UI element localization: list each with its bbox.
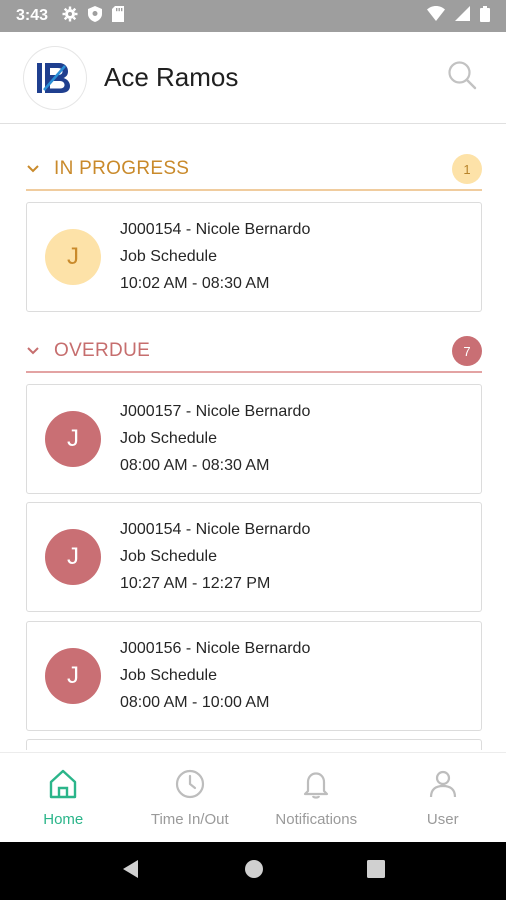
back-icon[interactable] bbox=[120, 858, 142, 885]
brand-logo-icon bbox=[24, 46, 86, 109]
section-header-in-progress[interactable]: IN PROGRESS 1 bbox=[26, 149, 482, 191]
chevron-down-icon bbox=[26, 165, 40, 173]
chevron-down-icon bbox=[26, 347, 40, 355]
job-list[interactable]: IN PROGRESS 1 J J000154 - Nicole Bernard… bbox=[0, 125, 506, 750]
avatar: J bbox=[45, 229, 101, 285]
job-time: 08:00 AM - 10:00 AM bbox=[120, 694, 270, 711]
home-icon bbox=[47, 768, 79, 805]
nav-label: Time In/Out bbox=[150, 810, 229, 828]
job-type: Job Schedule bbox=[120, 248, 217, 265]
job-time: 10:27 AM - 12:27 PM bbox=[120, 575, 271, 592]
job-type: Job Schedule bbox=[120, 430, 217, 447]
shield-icon bbox=[88, 5, 103, 27]
job-type: Job Schedule bbox=[120, 548, 217, 565]
avatar: J bbox=[45, 529, 101, 585]
section-title: IN PROGRESS bbox=[54, 158, 190, 179]
job-card[interactable]: J J000156 - Nicole Bernardo Job Schedule… bbox=[26, 621, 482, 731]
job-title: J000154 - Nicole Bernardo bbox=[120, 521, 311, 538]
sd-card-icon bbox=[112, 5, 125, 27]
nav-time-in-out[interactable]: Time In/Out bbox=[127, 753, 254, 842]
section-title: OVERDUE bbox=[54, 340, 151, 361]
job-type: Job Schedule bbox=[120, 667, 217, 684]
status-time: 3:43 bbox=[16, 7, 49, 24]
recents-icon[interactable] bbox=[366, 859, 386, 884]
bell-icon bbox=[300, 768, 332, 805]
job-title: J000157 - Nicole Bernardo bbox=[120, 403, 311, 420]
job-title: J000154 - Nicole Bernardo bbox=[120, 221, 311, 238]
section-header-overdue[interactable]: OVERDUE 7 bbox=[26, 331, 482, 373]
search-button[interactable] bbox=[442, 58, 482, 98]
nav-user[interactable]: User bbox=[380, 753, 506, 842]
nav-notifications[interactable]: Notifications bbox=[253, 753, 380, 842]
gear-icon bbox=[62, 6, 78, 27]
page-title: Ace Ramos bbox=[104, 62, 239, 92]
home-button-icon[interactable] bbox=[243, 858, 265, 885]
nav-label: User bbox=[426, 810, 459, 828]
status-bar: 3:43 bbox=[0, 0, 506, 32]
job-time: 08:00 AM - 08:30 AM bbox=[120, 457, 270, 474]
search-icon bbox=[447, 60, 477, 95]
job-card[interactable] bbox=[26, 739, 482, 750]
user-icon bbox=[427, 768, 459, 805]
signal-icon bbox=[455, 6, 470, 26]
avatar: J bbox=[45, 411, 101, 467]
job-card[interactable]: J J000157 - Nicole Bernardo Job Schedule… bbox=[26, 384, 482, 494]
nav-label: Notifications bbox=[275, 810, 358, 828]
battery-icon bbox=[480, 5, 490, 27]
job-title: J000156 - Nicole Bernardo bbox=[120, 640, 311, 657]
avatar: J bbox=[45, 648, 101, 704]
count-badge: 7 bbox=[452, 336, 482, 366]
nav-home[interactable]: Home bbox=[0, 753, 127, 842]
system-nav-bar bbox=[0, 842, 506, 900]
nav-label: Home bbox=[43, 810, 84, 828]
wifi-icon bbox=[427, 6, 445, 26]
job-card[interactable]: J J000154 - Nicole Bernardo Job Schedule… bbox=[26, 502, 482, 612]
app-header: Ace Ramos bbox=[0, 32, 506, 124]
job-time: 10:02 AM - 08:30 AM bbox=[120, 275, 270, 292]
bottom-nav: Home Time In/Out Notifications User bbox=[0, 752, 506, 842]
clock-icon bbox=[174, 768, 206, 805]
count-badge: 1 bbox=[452, 154, 482, 184]
job-card[interactable]: J J000154 - Nicole Bernardo Job Schedule… bbox=[26, 202, 482, 312]
